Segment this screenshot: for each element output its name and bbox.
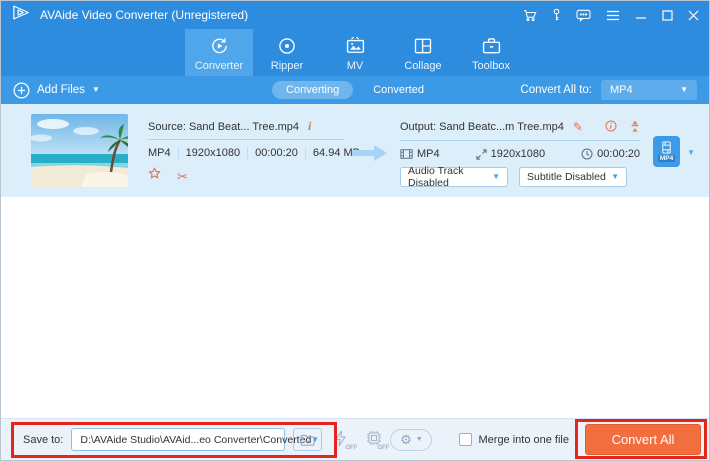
file-row: Source: Sand Beat... Tree.mp4 i MP4 1920…	[1, 104, 709, 197]
app-logo-icon	[11, 4, 32, 26]
tab-ripper-label: Ripper	[271, 60, 303, 72]
add-files-caret-icon[interactable]: ▼	[92, 86, 100, 94]
convert-all-to-dropdown[interactable]: MP4 ▼	[601, 80, 697, 100]
film-strip-icon	[660, 141, 673, 154]
rename-icon[interactable]: ✎	[573, 121, 583, 133]
output-resolution: 1920x1080	[491, 148, 545, 160]
maximize-icon[interactable]	[662, 10, 673, 21]
secondary-toolbar: Add Files ▼ Converting Converted Convert…	[1, 76, 709, 104]
bottom-bar: Save to: D:\AVAide Studio\AVAid...eo Con…	[1, 418, 709, 460]
divider	[400, 140, 640, 141]
format-badge: MP4	[658, 155, 675, 162]
save-to-label: Save to:	[23, 434, 63, 446]
add-plus-icon	[13, 82, 30, 99]
gear-icon: ⚙	[400, 433, 412, 446]
tab-collage-label: Collage	[404, 60, 441, 72]
convert-arrow-icon	[352, 144, 388, 187]
subtitle-dropdown[interactable]: Subtitle Disabled ▼	[519, 167, 627, 187]
close-icon[interactable]	[688, 10, 699, 21]
cut-icon[interactable]: ✂	[177, 170, 188, 183]
output-info-icon[interactable]	[605, 120, 617, 135]
main-tab-bar: Converter Ripper MV Collage	[1, 29, 709, 76]
source-filename: Source: Sand Beat... Tree.mp4	[148, 121, 299, 133]
format-caret-icon[interactable]: ▼	[687, 148, 695, 157]
settings-button[interactable]: ⚙ ▼	[390, 429, 432, 451]
cart-icon[interactable]	[523, 9, 537, 22]
convert-all-to-label: Convert All to:	[520, 84, 592, 96]
convert-all-to-value: MP4	[610, 84, 633, 96]
subtitle-value: Subtitle Disabled	[527, 171, 606, 183]
gpu-acceleration-toggle[interactable]: OFF	[366, 430, 384, 450]
key-icon[interactable]	[552, 8, 561, 22]
film-icon	[400, 149, 413, 159]
window-title: AVAide Video Converter (Unregistered)	[40, 8, 248, 22]
gpu-off-label: OFF	[377, 445, 389, 451]
tab-toolbox-label: Toolbox	[472, 60, 510, 72]
save-path-value: D:\AVAide Studio\AVAid...eo Converter\Co…	[80, 434, 311, 446]
hardware-acceleration-toggle[interactable]: OFF	[334, 430, 352, 450]
convert-all-button[interactable]: Convert All	[585, 424, 701, 455]
tab-toolbox[interactable]: Toolbox	[457, 29, 525, 76]
tab-converter[interactable]: Converter	[185, 29, 253, 76]
source-resolution: 1920x1080	[178, 147, 240, 159]
source-format: MP4	[148, 147, 171, 159]
converted-tab[interactable]: Converted	[359, 81, 438, 99]
open-folder-button[interactable]	[293, 428, 322, 451]
tab-ripper[interactable]: Ripper	[253, 29, 321, 76]
tab-mv[interactable]: MV	[321, 29, 389, 76]
title-bar: AVAide Video Converter (Unregistered)	[1, 1, 709, 29]
output-format-button[interactable]: MP4	[653, 136, 680, 167]
output-filename: Output: Sand Beatc...m Tree.mp4	[400, 121, 564, 133]
hw-off-label: OFF	[345, 445, 357, 451]
folder-icon	[300, 434, 315, 446]
add-files-button[interactable]: Add Files ▼	[13, 82, 100, 99]
output-duration: 00:00:20	[597, 148, 640, 160]
source-duration: 00:00:20	[247, 147, 298, 159]
chevron-down-icon: ▼	[611, 173, 619, 181]
source-info-icon[interactable]: i	[308, 119, 311, 134]
chip-icon	[366, 430, 382, 446]
output-format: MP4	[417, 148, 440, 160]
clock-icon	[581, 148, 593, 160]
compress-icon[interactable]	[630, 119, 640, 135]
merge-checkbox-label: Merge into one file	[479, 434, 570, 446]
app-window: AVAide Video Converter (Unregistered)	[0, 0, 710, 461]
merge-checkbox[interactable]	[459, 433, 472, 446]
add-files-label: Add Files	[37, 84, 85, 96]
tab-converter-label: Converter	[195, 60, 243, 72]
save-path-dropdown[interactable]: D:\AVAide Studio\AVAid...eo Converter\Co…	[71, 428, 285, 451]
chevron-down-icon: ▼	[492, 173, 500, 181]
tab-mv-label: MV	[347, 60, 364, 72]
source-info: Source: Sand Beat... Tree.mp4 i MP4 1920…	[148, 114, 344, 187]
converting-tab[interactable]: Converting	[272, 81, 353, 99]
chevron-down-icon: ▼	[680, 86, 688, 94]
menu-icon[interactable]	[606, 10, 620, 21]
minimize-icon[interactable]	[635, 10, 647, 21]
divider	[148, 139, 344, 140]
feedback-icon[interactable]	[576, 9, 591, 22]
audio-track-dropdown[interactable]: Audio Track Disabled ▼	[400, 167, 508, 187]
audio-track-value: Audio Track Disabled	[408, 165, 492, 189]
resolution-icon	[476, 149, 487, 160]
tab-collage[interactable]: Collage	[389, 29, 457, 76]
output-info: Output: Sand Beatc...m Tree.mp4 ✎	[400, 114, 640, 187]
file-list-empty-area	[1, 197, 709, 418]
chevron-down-icon: ▼	[416, 436, 423, 443]
video-thumbnail	[31, 114, 128, 187]
edit-effects-icon[interactable]	[148, 167, 161, 185]
